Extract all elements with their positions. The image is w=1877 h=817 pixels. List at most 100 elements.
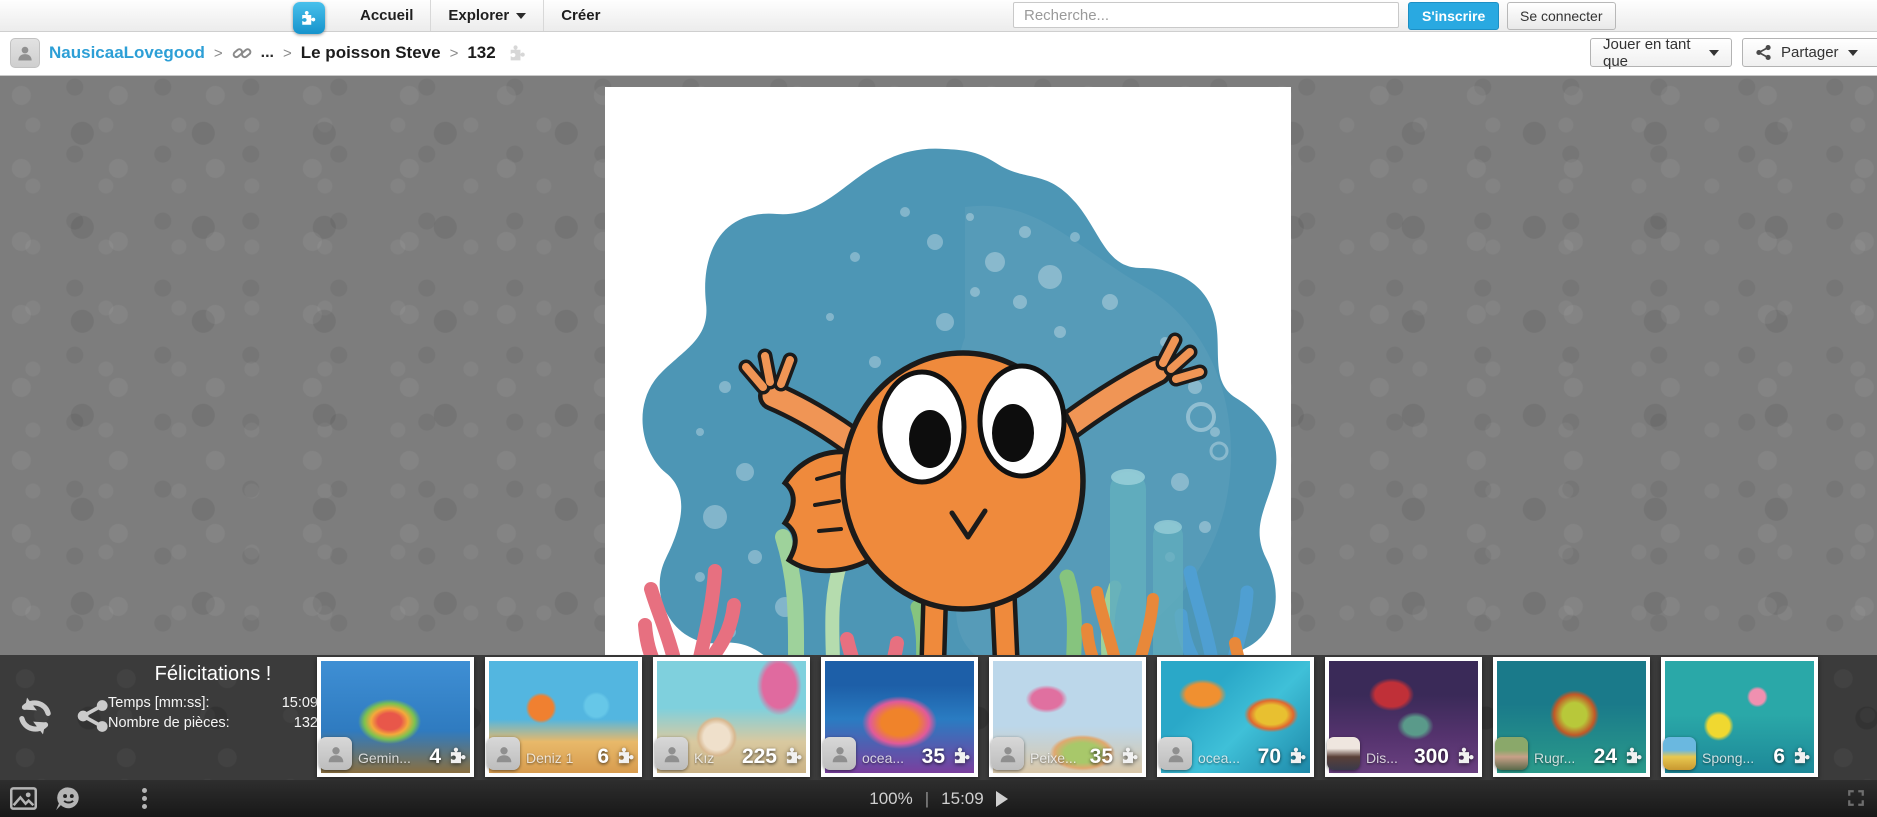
- puzzle-thumbnail-piece-count: 70: [1257, 745, 1281, 768]
- signup-button[interactable]: S'inscrire: [1408, 2, 1500, 30]
- creator-avatar: [655, 737, 688, 770]
- breadcrumb-username-link[interactable]: NausicaaLovegood: [49, 43, 205, 63]
- chevron-down-icon: [1847, 49, 1858, 56]
- nav-item-explorer[interactable]: Explorer: [430, 0, 543, 31]
- puzzle-thumbnail-piece-count: 35: [1089, 745, 1113, 768]
- share-label: Partager: [1781, 44, 1839, 61]
- search-input[interactable]: [1013, 2, 1399, 28]
- creator-avatar: [823, 737, 856, 770]
- nav-item-accueil[interactable]: Accueil: [343, 0, 430, 31]
- puzzle-thumbnail-title: ocea...: [1198, 750, 1241, 766]
- puzzle-thumbnail-piece-count: 6: [597, 745, 609, 768]
- puzzle-piece-icon: [510, 45, 525, 61]
- puzzle-piece-icon: [1122, 747, 1138, 764]
- play-as-dropdown[interactable]: Jouer en tant que: [1590, 35, 1732, 70]
- creator-avatar: [1495, 737, 1528, 770]
- creator-avatar: [991, 737, 1024, 770]
- nav-item-label: Accueil: [360, 7, 414, 24]
- share-dropdown[interactable]: Partager: [1742, 38, 1877, 67]
- puzzle-piece-icon: [302, 10, 316, 25]
- nav-item-label: Créer: [561, 7, 601, 24]
- puzzle-piece-icon: [1626, 747, 1642, 764]
- play-icon[interactable]: [995, 790, 1008, 807]
- puzzle-thumbnail-title: Peixe...: [1030, 750, 1077, 766]
- bottom-toolbar: 100% | 15:09: [0, 780, 1877, 817]
- puzzle-thumbnail-title: Kız: [694, 750, 715, 766]
- creator-avatar: [1159, 737, 1192, 770]
- breadcrumb-separator: >: [213, 44, 223, 62]
- pieces-row: Nombre de pièces: 132: [108, 715, 318, 731]
- breadcrumb-puzzle-title: Le poisson Steve: [300, 43, 441, 62]
- person-icon: [664, 746, 679, 762]
- creator-avatar: [1327, 737, 1360, 770]
- completed-puzzle-image: [605, 87, 1291, 655]
- puzzle-thumbnail-title: Dis...: [1366, 750, 1398, 766]
- zoom-level[interactable]: 100%: [869, 789, 912, 809]
- puzzle-thumbnail[interactable]: Dis... 300: [1325, 657, 1482, 777]
- breadcrumb: NausicaaLovegood > ... > Le poisson Stev…: [10, 31, 531, 75]
- person-icon: [328, 746, 343, 762]
- person-icon: [1168, 746, 1183, 762]
- puzzle-thumbnail-title: ocea...: [862, 750, 905, 766]
- congratulations-box: Félicitations ! Temps [mm:ss]: 15:09 Nom…: [108, 660, 318, 735]
- puzzle-thumbnail-piece-count: 35: [921, 745, 945, 768]
- puzzle-thumbnail[interactable]: Deniz 1 6: [485, 657, 642, 777]
- top-navigation-bar: S'inscrire Se connecter Accueil Explorer…: [0, 0, 1877, 32]
- puzzle-thumbnail[interactable]: Peixe... 35: [989, 657, 1146, 777]
- restart-icon[interactable]: [14, 695, 56, 737]
- breadcrumb-piece-count: 132: [467, 43, 496, 62]
- puzzle-workspace[interactable]: [0, 75, 1877, 655]
- puzzle-thumbnail-piece-count: 300: [1413, 745, 1449, 768]
- puzzle-thumbnail-piece-count: 4: [429, 745, 441, 768]
- puzzle-piece-icon: [1794, 747, 1810, 764]
- pieces-label: Nombre de pièces:: [108, 715, 230, 731]
- chevron-down-icon: [516, 12, 527, 19]
- site-logo[interactable]: [293, 2, 325, 34]
- puzzle-thumbnail-title: Deniz 1: [526, 750, 574, 766]
- puzzle-thumbnail[interactable]: Gemin... 4: [317, 657, 474, 777]
- puzzle-piece-icon: [1458, 747, 1474, 764]
- puzzle-thumbnail[interactable]: Kız 225: [653, 657, 810, 777]
- person-icon: [496, 746, 511, 762]
- creator-avatar: [1663, 737, 1696, 770]
- puzzle-thumbnail[interactable]: ocea... 70: [1157, 657, 1314, 777]
- share-icon: [1756, 44, 1771, 61]
- puzzle-thumbnail-piece-count: 24: [1593, 745, 1617, 768]
- creator-avatar: [487, 737, 520, 770]
- time-value: 15:09: [281, 695, 318, 711]
- nav-menu: Accueil Explorer Créer: [343, 0, 617, 31]
- puzzle-thumbnail-title: Rugr...: [1534, 750, 1576, 766]
- puzzle-thumbnail-piece-count: 225: [741, 745, 777, 768]
- fish-steve-illustration: [605, 87, 1291, 655]
- puzzle-piece-icon: [786, 747, 802, 764]
- login-button[interactable]: Se connecter: [1507, 2, 1616, 30]
- play-as-label: Jouer en tant que: [1603, 35, 1691, 70]
- breadcrumb-separator: >: [449, 44, 459, 62]
- puzzle-app-window: S'inscrire Se connecter Accueil Explorer…: [0, 0, 1877, 817]
- breadcrumb-collapsed-link[interactable]: ...: [261, 44, 274, 62]
- nav-item-label: Explorer: [448, 7, 510, 24]
- puzzle-thumbnail-piece-count: 6: [1773, 745, 1785, 768]
- person-icon: [832, 746, 847, 762]
- elapsed-time: 15:09: [941, 788, 984, 808]
- puzzle-thumbnail-title: Spong...: [1702, 750, 1755, 766]
- creator-avatar: [319, 737, 352, 770]
- person-icon: [1000, 746, 1015, 762]
- congratulations-title: Félicitations !: [154, 663, 272, 685]
- share-icon[interactable]: [76, 699, 110, 733]
- link-icon: [232, 48, 251, 59]
- fullscreen-icon[interactable]: [1847, 789, 1865, 812]
- time-row: Temps [mm:ss]: 15:09: [108, 695, 318, 711]
- user-avatar[interactable]: [10, 38, 40, 68]
- chevron-down-icon: [1709, 49, 1719, 56]
- puzzle-thumbnail[interactable]: Rugr... 24: [1493, 657, 1650, 777]
- puzzle-piece-icon: [618, 747, 634, 764]
- suggested-puzzles-strip: Gemin... 4 Deniz 1 6 Kız 225 ocea... 35 …: [317, 657, 1818, 777]
- nav-item-creer[interactable]: Créer: [543, 0, 617, 31]
- puzzle-piece-icon: [450, 747, 466, 764]
- toolbar-status: 100% | 15:09: [0, 780, 1877, 817]
- time-label: Temps [mm:ss]:: [108, 695, 210, 711]
- puzzle-thumbnail[interactable]: Spong... 6: [1661, 657, 1818, 777]
- puzzle-thumbnail[interactable]: ocea... 35: [821, 657, 978, 777]
- pieces-value: 132: [293, 715, 318, 731]
